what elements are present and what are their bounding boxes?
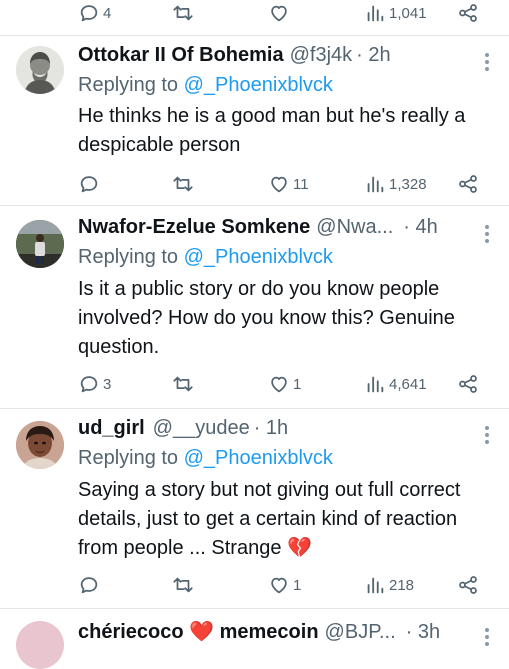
more-icon[interactable]	[485, 625, 491, 649]
views-icon	[364, 2, 386, 24]
divider	[0, 205, 509, 206]
mention-link[interactable]: @_Phoenixblvck	[184, 74, 333, 96]
replying-label: Replying to	[78, 246, 184, 268]
views-count: 4,641	[389, 375, 427, 393]
tweet-text: He thinks he is a good man but he's real…	[78, 105, 466, 156]
tweet-header: Nwafor-Ezelue Somkene @Nwa... · 4h	[78, 216, 479, 242]
like-icon	[268, 574, 290, 596]
like-button[interactable]	[268, 0, 290, 26]
reply-icon	[78, 373, 100, 395]
share-icon	[457, 574, 479, 596]
like-icon	[268, 2, 290, 24]
avatar[interactable]	[16, 46, 64, 94]
mention-link[interactable]: @_Phoenixblvck	[184, 246, 333, 268]
display-name[interactable]: chériecoco ❤️ memecoin	[78, 619, 319, 644]
more-icon[interactable]	[485, 50, 491, 74]
views-count: 1,328	[389, 175, 427, 193]
timestamp[interactable]: · 4h	[403, 216, 437, 239]
views-button[interactable]: 1,328	[364, 171, 427, 197]
mention-link[interactable]: @_Phoenixblvck	[184, 447, 333, 469]
user-handle[interactable]: @f3j4k	[290, 44, 353, 67]
share-button[interactable]	[457, 572, 479, 598]
divider	[0, 35, 509, 36]
replying-label: Replying to	[78, 447, 184, 469]
retweet-button[interactable]	[172, 171, 194, 197]
views-button[interactable]: 218	[364, 572, 414, 598]
views-button[interactable]: 1,041	[364, 0, 427, 26]
tweet-header: chériecoco ❤️ memecoin @BJP... · 3h	[78, 619, 479, 645]
views-count: 1,041	[389, 4, 427, 22]
more-icon[interactable]	[485, 222, 491, 246]
views-button[interactable]: 4,641	[364, 371, 427, 397]
display-name[interactable]: Nwafor-Ezelue Somkene	[78, 216, 310, 239]
share-button[interactable]	[457, 371, 479, 397]
action-bar: 3 1 4,641	[0, 371, 509, 397]
like-count: 11	[293, 175, 309, 193]
timestamp[interactable]: · 1h	[254, 417, 288, 440]
action-bar: 11 1,328	[0, 171, 509, 197]
retweet-button[interactable]	[172, 572, 194, 598]
reply-count: 3	[103, 375, 112, 393]
more-icon[interactable]	[485, 423, 491, 447]
reply-button[interactable]	[78, 572, 100, 598]
avatar[interactable]	[16, 220, 64, 268]
tweet-header: Ottokar II Of Bohemia @f3j4k · 2h	[78, 44, 479, 70]
reply-count: 4	[103, 4, 112, 22]
views-icon	[364, 373, 386, 395]
replying-to: Replying to @_Phoenixblvck	[78, 447, 333, 470]
like-button[interactable]: 11	[268, 171, 309, 197]
reply-button[interactable]: 3	[78, 371, 111, 397]
retweet-icon	[172, 574, 194, 596]
like-button[interactable]: 1	[268, 371, 301, 397]
share-button[interactable]	[457, 171, 479, 197]
avatar[interactable]	[16, 621, 64, 669]
replying-label: Replying to	[78, 74, 184, 96]
like-icon	[268, 373, 290, 395]
tweet-text: Is it a public story or do you know peop…	[78, 278, 455, 358]
retweet-button[interactable]	[172, 0, 194, 26]
replying-to: Replying to @_Phoenixblvck	[78, 246, 333, 269]
user-handle[interactable]: @__yudee	[153, 417, 250, 440]
like-count: 1	[293, 375, 302, 393]
action-bar: 1 218	[0, 572, 509, 598]
share-icon	[457, 173, 479, 195]
retweet-icon	[172, 2, 194, 24]
tweet-header: ud_girl @__yudee · 1h	[78, 417, 479, 443]
avatar[interactable]	[16, 421, 64, 469]
views-icon	[364, 173, 386, 195]
share-button[interactable]	[457, 0, 479, 26]
top-action-bar: 4 1,041	[0, 0, 509, 26]
reply-icon	[78, 2, 100, 24]
retweet-button[interactable]	[172, 371, 194, 397]
display-name[interactable]: ud_girl	[78, 417, 145, 440]
user-handle[interactable]: @Nwa...	[316, 216, 393, 239]
reply-icon	[78, 574, 100, 596]
reply-icon	[78, 173, 100, 195]
tweet-text: Saying a story but not giving out full c…	[78, 479, 461, 559]
timestamp[interactable]: · 2h	[356, 44, 390, 67]
views-icon	[364, 574, 386, 596]
divider	[0, 608, 509, 609]
display-name[interactable]: Ottokar II Of Bohemia	[78, 44, 284, 67]
like-button[interactable]: 1	[268, 572, 301, 598]
reply-button[interactable]	[78, 171, 100, 197]
retweet-icon	[172, 173, 194, 195]
like-icon	[268, 173, 290, 195]
retweet-icon	[172, 373, 194, 395]
reply-button[interactable]: 4	[78, 0, 111, 26]
replying-to: Replying to @_Phoenixblvck	[78, 74, 333, 97]
share-icon	[457, 2, 479, 24]
share-icon	[457, 373, 479, 395]
views-count: 218	[389, 576, 415, 594]
like-count: 1	[293, 576, 302, 594]
divider	[0, 408, 509, 409]
